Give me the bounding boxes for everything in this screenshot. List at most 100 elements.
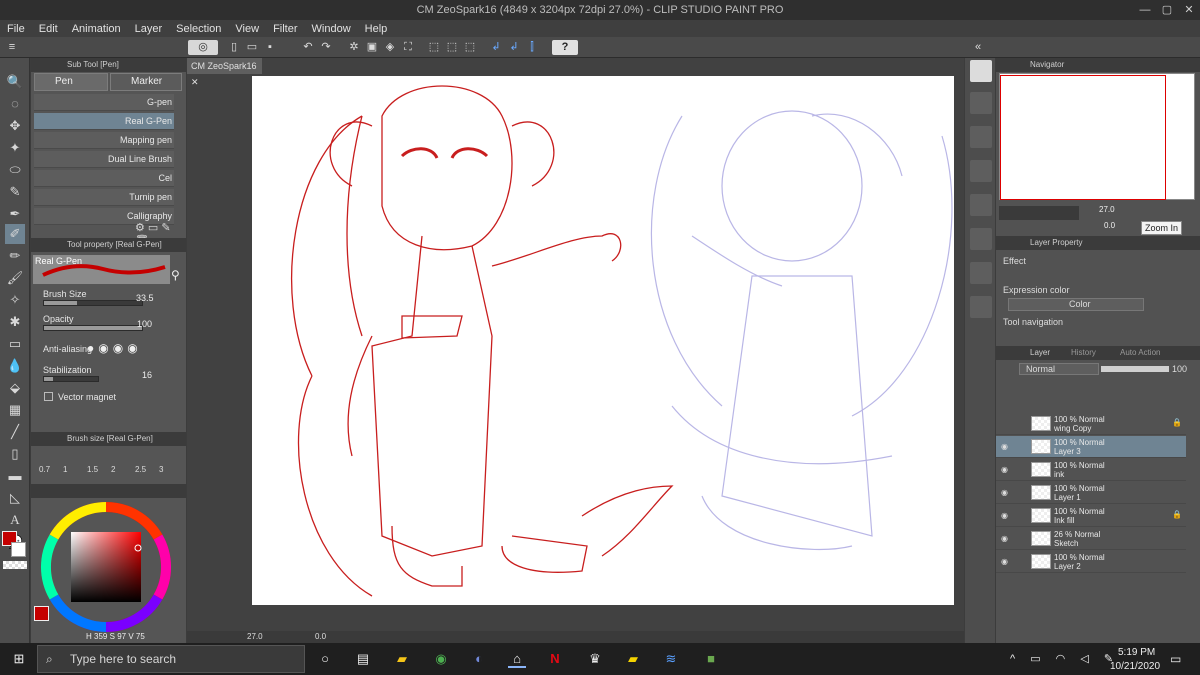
- move-tool-icon[interactable]: ✥: [5, 116, 25, 136]
- canvas-zoom-value[interactable]: 27.0: [247, 631, 263, 643]
- notifications-icon[interactable]: ▭: [1170, 652, 1181, 666]
- layer-row[interactable]: ◉ 100 % Normal Layer 1: [996, 482, 1186, 504]
- antialias-options[interactable]: ●◉◉◉: [87, 341, 142, 355]
- opacity-value[interactable]: 100: [137, 319, 152, 329]
- brush-item[interactable]: Turnip pen: [34, 189, 174, 206]
- stabilization-value[interactable]: 16: [142, 370, 152, 380]
- selection-show-icon[interactable]: ⬚: [462, 40, 478, 55]
- menu-help[interactable]: Help: [358, 23, 395, 35]
- sub-view-icon[interactable]: [970, 92, 992, 114]
- clip-studio-assets-icon[interactable]: [970, 60, 992, 82]
- menu-filter[interactable]: Filter: [266, 23, 304, 35]
- brush-size-value[interactable]: 33.5: [136, 293, 154, 303]
- document-tab[interactable]: CM ZeoSpark16 ✕: [187, 58, 262, 87]
- figure-tool-icon[interactable]: ╱: [5, 422, 25, 442]
- brush-size-preset[interactable]: 0.7: [39, 465, 50, 474]
- app-icon[interactable]: ≋: [662, 650, 680, 668]
- visibility-eye-icon[interactable]: ◉: [1001, 534, 1008, 543]
- color-wheel[interactable]: [39, 500, 173, 634]
- new-file-icon[interactable]: ▯: [226, 40, 242, 55]
- brush-size-preset[interactable]: 1.5: [87, 465, 98, 474]
- brush-item[interactable]: Real G-Pen: [34, 113, 174, 130]
- draw-icon[interactable]: [970, 296, 992, 318]
- image-icon[interactable]: [970, 262, 992, 284]
- fill-tool-icon[interactable]: ⬙: [5, 378, 25, 398]
- navigator-angle[interactable]: 0.0: [1104, 221, 1115, 230]
- sticky-notes-icon[interactable]: ▰: [624, 650, 642, 668]
- file-explorer-icon[interactable]: ▰: [393, 650, 411, 668]
- snap-grid-icon[interactable]: ⫿: [524, 40, 540, 55]
- clip-studio-taskbar-icon[interactable]: ⌂: [508, 650, 526, 668]
- decoration-icon[interactable]: ✱: [5, 312, 25, 332]
- expression-color-select[interactable]: Color: [1008, 298, 1144, 311]
- navigator-preview[interactable]: [999, 73, 1195, 200]
- operation-tool-icon[interactable]: ✒: [5, 204, 25, 224]
- airbrush-icon[interactable]: ✧: [5, 290, 25, 310]
- menu-animation[interactable]: Animation: [65, 23, 128, 35]
- pen-tool-icon[interactable]: ✐: [5, 224, 25, 244]
- layer-row[interactable]: ◉ 100 % Normal ink: [996, 459, 1186, 481]
- color-main-chip[interactable]: [34, 606, 49, 621]
- visibility-eye-icon[interactable]: ◉: [1001, 488, 1008, 497]
- navigator-zoom-slider[interactable]: [999, 206, 1079, 220]
- blend-icon[interactable]: 💧: [5, 356, 25, 376]
- drawing-canvas[interactable]: [252, 76, 954, 605]
- brush-tool-icon[interactable]: 🖌: [5, 268, 25, 288]
- redo-icon[interactable]: ↷: [318, 40, 334, 55]
- help-icon[interactable]: ?: [552, 40, 578, 55]
- menu-window[interactable]: Window: [305, 23, 358, 35]
- deselect-icon[interactable]: ⬚: [426, 40, 442, 55]
- visibility-eye-icon[interactable]: ◉: [1001, 465, 1008, 474]
- windows-start-icon[interactable]: ⊞: [10, 650, 28, 668]
- transparent-swatch[interactable]: [3, 561, 27, 569]
- navigator-viewport[interactable]: [1000, 75, 1166, 200]
- gradient-icon[interactable]: ▦: [5, 400, 25, 420]
- layer-row[interactable]: ◉ 100 % Normal Layer 2: [996, 551, 1186, 573]
- netflix-icon[interactable]: N: [546, 650, 564, 668]
- auto-select-icon[interactable]: ✦: [5, 138, 25, 158]
- sub-color-swatch[interactable]: [11, 542, 26, 557]
- layer-opacity-slider[interactable]: [1101, 366, 1169, 372]
- brush-item[interactable]: Dual Line Brush: [34, 151, 174, 168]
- discord-icon[interactable]: ◐: [470, 650, 488, 668]
- navigator-zoom[interactable]: 27.0: [1099, 205, 1115, 214]
- text-tool-icon[interactable]: A: [5, 510, 25, 530]
- tab-auto-action[interactable]: Auto Action: [1120, 346, 1160, 360]
- menu-selection[interactable]: Selection: [169, 23, 228, 35]
- undo-icon[interactable]: ↶: [300, 40, 316, 55]
- material-2-icon[interactable]: [970, 160, 992, 182]
- maximize-button[interactable]: ▢: [1156, 0, 1178, 20]
- ruler-icon[interactable]: ▬: [5, 466, 25, 486]
- brush-size-preset[interactable]: 2.5: [135, 465, 146, 474]
- visibility-eye-icon[interactable]: ◉: [1001, 511, 1008, 520]
- blend-mode-select[interactable]: Normal: [1019, 363, 1099, 375]
- save-icon[interactable]: ▪: [262, 40, 278, 55]
- search-layer-icon[interactable]: [970, 228, 992, 250]
- menu-file[interactable]: File: [0, 23, 32, 35]
- tab-marker[interactable]: Marker: [110, 73, 182, 91]
- invert-selection-icon[interactable]: ⬚: [444, 40, 460, 55]
- brush-size-preset[interactable]: 3: [159, 465, 163, 474]
- tab-history[interactable]: History: [1071, 346, 1096, 360]
- system-tray-icons[interactable]: ^ ▭ ◠ ◁ ✎: [1010, 652, 1119, 665]
- panel-collapse-icon[interactable]: ≡: [4, 40, 20, 55]
- eyedropper-icon[interactable]: ✎: [5, 182, 25, 202]
- pencil-tool-icon[interactable]: ✏: [5, 246, 25, 266]
- menu-layer[interactable]: Layer: [128, 23, 170, 35]
- close-tab-icon[interactable]: ✕: [191, 77, 199, 87]
- eraser-icon[interactable]: ▭: [5, 334, 25, 354]
- menu-edit[interactable]: Edit: [32, 23, 65, 35]
- minecraft-icon[interactable]: ■: [702, 650, 720, 668]
- tab-layer[interactable]: Layer: [1030, 346, 1050, 360]
- brush-item[interactable]: Cel: [34, 170, 174, 187]
- frame-border-icon[interactable]: ▯: [5, 444, 25, 464]
- clip-studio-icon[interactable]: ◎: [188, 40, 218, 55]
- visibility-eye-icon[interactable]: ◉: [1001, 442, 1008, 451]
- crown-app-icon[interactable]: ♛: [586, 650, 604, 668]
- snap-ruler-icon[interactable]: ↲: [488, 40, 504, 55]
- taskbar-search[interactable]: ⌕ Type here to search: [37, 645, 305, 673]
- task-view-icon[interactable]: ▤: [354, 650, 372, 668]
- material-3-icon[interactable]: [970, 194, 992, 216]
- snap-special-ruler-icon[interactable]: ↲: [506, 40, 522, 55]
- zoom-tool-icon[interactable]: 🔍: [5, 72, 25, 92]
